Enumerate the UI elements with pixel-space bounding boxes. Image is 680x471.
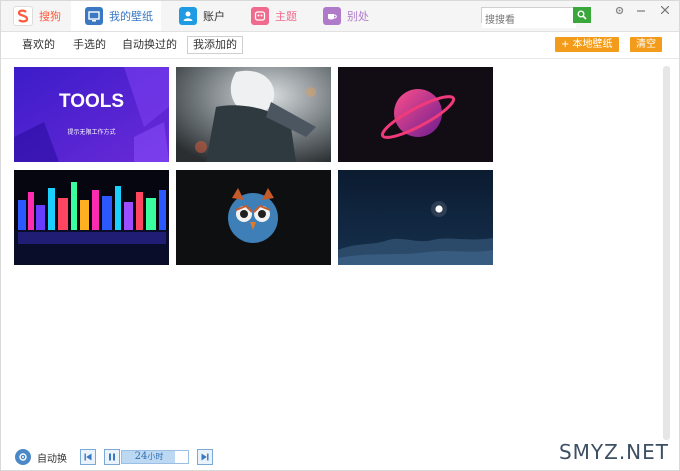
wallpaper-thumbnail[interactable]: TOOLS 提示无限工作方式: [14, 67, 169, 162]
sogou-logo-icon: [13, 6, 33, 26]
close-icon: [661, 6, 669, 14]
subnav-hand-picked[interactable]: 手选的: [73, 37, 106, 53]
add-local-wallpaper-button[interactable]: + 本地壁纸: [555, 37, 619, 52]
skip-back-icon: [84, 453, 92, 461]
auto-change-label: 自动换: [37, 454, 67, 465]
tab-label: 别处: [347, 10, 369, 23]
wallpaper-thumbnail[interactable]: [338, 170, 493, 265]
theme-icon: [251, 7, 269, 25]
tab-label: 主题: [275, 10, 297, 23]
thumbnail-subtitle: 提示无限工作方式: [67, 129, 116, 136]
tab-my-wallpapers[interactable]: 我的壁纸: [71, 1, 161, 31]
settings-button[interactable]: [611, 3, 627, 17]
tab-label: 账户: [203, 10, 225, 23]
tab-theme[interactable]: 主题: [241, 1, 311, 31]
watermark: SMYZ.NET: [558, 440, 669, 464]
interval-number: 24: [134, 451, 148, 462]
thumbnail-title: TOOLS: [58, 91, 125, 112]
cup-icon: [323, 7, 341, 25]
pause-icon: [109, 453, 115, 461]
search-input[interactable]: [482, 13, 576, 28]
next-button[interactable]: [197, 449, 213, 465]
vertical-scrollbar[interactable]: [663, 66, 670, 440]
tab-label: 搜狗: [39, 10, 61, 23]
tab-account[interactable]: 账户: [169, 1, 239, 31]
interval-value: 24小时: [122, 451, 176, 463]
tab-label: 我的壁纸: [109, 10, 153, 23]
user-icon: [179, 7, 197, 25]
auto-change-toggle[interactable]: [15, 449, 31, 465]
monitor-icon: [85, 7, 103, 25]
subnav-auto-changed[interactable]: 自动换过的: [122, 37, 177, 53]
wallpaper-thumbnail[interactable]: [176, 170, 331, 265]
interval-unit: 小时: [147, 452, 164, 461]
search-icon: [577, 10, 587, 20]
search-box: [481, 7, 591, 28]
skip-forward-icon: [201, 453, 209, 461]
tab-elsewhere[interactable]: 别处: [313, 1, 383, 31]
pause-button[interactable]: [104, 449, 120, 465]
close-button[interactable]: [657, 3, 673, 17]
tab-sogou[interactable]: 搜狗: [1, 1, 71, 31]
interval-selector[interactable]: 24小时: [121, 450, 189, 464]
wallpaper-app-window: 搜狗 我的壁纸 账户 主题 别处 搜搜看 喜欢的 手选的 自动换过的 我添加的 …: [0, 0, 680, 471]
search-button[interactable]: [573, 7, 591, 23]
clear-button[interactable]: 清空: [630, 37, 662, 52]
top-tab-bar: 搜狗 我的壁纸 账户 主题 别处: [1, 1, 679, 32]
refresh-icon: [19, 453, 27, 461]
sub-nav: 喜欢的 手选的 自动换过的 我添加的 + 本地壁纸 清空: [1, 32, 679, 59]
wallpaper-thumbnail[interactable]: [14, 170, 169, 265]
gear-icon: [615, 6, 623, 14]
subnav-added-by-me[interactable]: 我添加的: [187, 36, 243, 54]
subnav-favorites[interactable]: 喜欢的: [22, 37, 55, 53]
minimize-button[interactable]: [633, 3, 649, 17]
wallpaper-thumbnail[interactable]: [338, 67, 493, 162]
previous-button[interactable]: [80, 449, 96, 465]
wallpaper-thumbnail[interactable]: [176, 67, 331, 162]
minimize-icon: [637, 10, 645, 12]
